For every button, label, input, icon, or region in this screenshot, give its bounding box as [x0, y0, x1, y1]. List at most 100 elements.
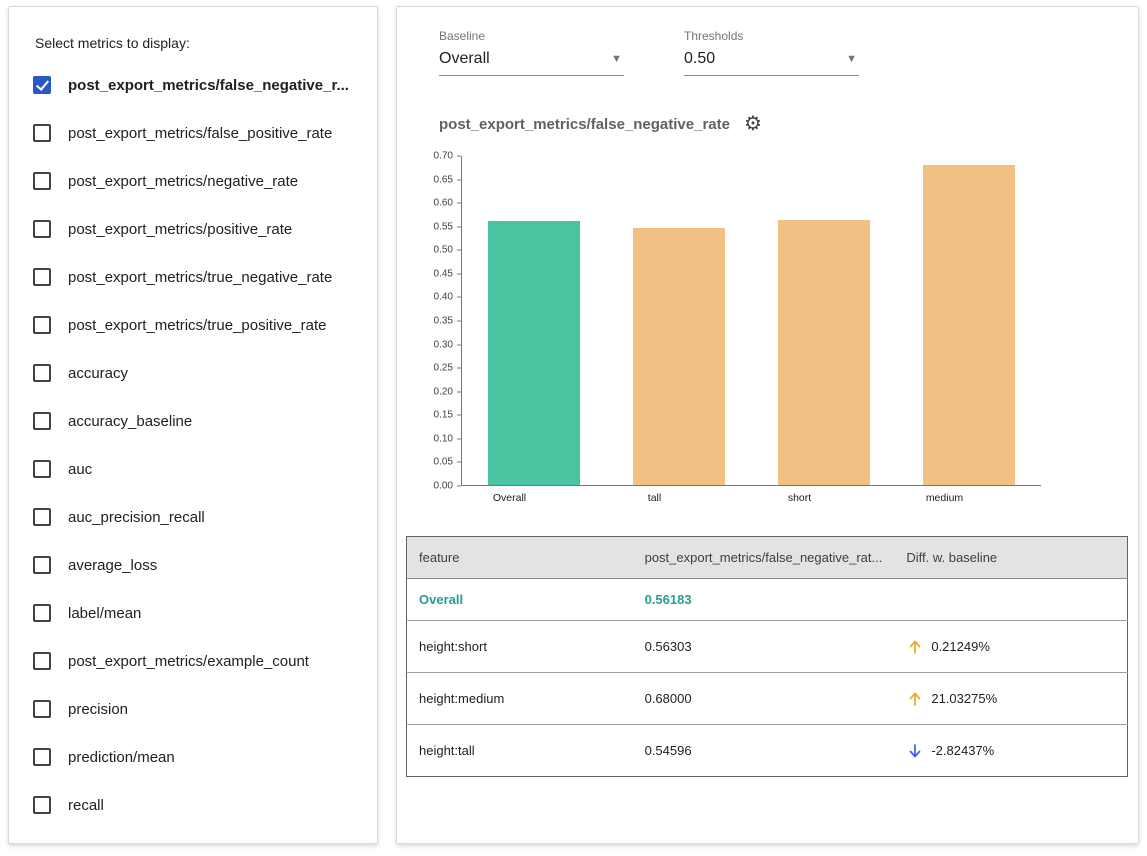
- table-header-cell: post_export_metrics/false_negative_rat..…: [633, 537, 895, 579]
- metric-item[interactable]: precision: [33, 685, 353, 733]
- metric-selector-title: Select metrics to display:: [35, 35, 353, 51]
- value-cell: 0.54596: [633, 725, 895, 777]
- y-tick-label: 0.00: [434, 481, 453, 492]
- diff-value: 0.21249%: [931, 639, 990, 654]
- x-tick-label: Overall: [437, 486, 582, 504]
- checkbox-unchecked-icon[interactable]: [33, 172, 51, 190]
- baseline-dropdown[interactable]: Overall ▼: [439, 48, 624, 76]
- metric-item[interactable]: post_export_metrics/positive_rate: [33, 205, 353, 253]
- y-tick-label: 0.65: [434, 174, 453, 185]
- bar-column: [896, 156, 1041, 485]
- metric-selector-panel: Select metrics to display: post_export_m…: [8, 6, 378, 844]
- metric-item[interactable]: post_export_metrics/true_positive_rate: [33, 301, 353, 349]
- up-arrow-icon: [906, 638, 924, 656]
- metric-item[interactable]: recall: [33, 781, 353, 829]
- metric-label: accuracy: [68, 365, 128, 382]
- checkbox-unchecked-icon[interactable]: [33, 220, 51, 238]
- baseline-value: Overall: [439, 50, 490, 68]
- table-header-cell: feature: [407, 537, 633, 579]
- diff-cell: 21.03275%: [894, 673, 1127, 725]
- controls-row: Baseline Overall ▼ Thresholds 0.50 ▼: [439, 29, 1138, 76]
- feature-cell: Overall: [407, 579, 633, 621]
- down-arrow-icon: [906, 742, 924, 760]
- checkbox-checked-icon[interactable]: [33, 76, 51, 94]
- y-tick-label: 0.35: [434, 316, 453, 327]
- y-tick-label: 0.60: [434, 198, 453, 209]
- diff-indicator: -2.82437%: [906, 742, 1115, 760]
- table-row: height:medium0.68000 21.03275%: [407, 673, 1128, 725]
- x-tick-label: medium: [872, 486, 1017, 504]
- y-tick-label: 0.25: [434, 363, 453, 374]
- y-tick-label: 0.40: [434, 292, 453, 303]
- thresholds-value: 0.50: [684, 50, 715, 68]
- settings-gear-icon[interactable]: ⚙: [744, 114, 762, 134]
- metric-label: label/mean: [68, 605, 141, 622]
- metric-item[interactable]: accuracy_baseline: [33, 397, 353, 445]
- diff-cell: [894, 579, 1127, 621]
- value-cell: 0.56303: [633, 621, 895, 673]
- bar-medium[interactable]: [923, 165, 1015, 485]
- chevron-down-icon: ▼: [611, 53, 622, 65]
- checkbox-unchecked-icon[interactable]: [33, 268, 51, 286]
- metric-label: prediction/mean: [68, 749, 175, 766]
- feature-cell: height:medium: [407, 673, 633, 725]
- checkbox-unchecked-icon[interactable]: [33, 748, 51, 766]
- metric-item[interactable]: post_export_metrics/example_count: [33, 637, 353, 685]
- bar-chart: 0.000.050.100.150.200.250.300.350.400.45…: [421, 156, 1138, 486]
- plot-area: [461, 156, 1041, 486]
- checkbox-unchecked-icon[interactable]: [33, 508, 51, 526]
- table-row: height:short0.56303 0.21249%: [407, 621, 1128, 673]
- metric-item[interactable]: accuracy: [33, 349, 353, 397]
- bar-Overall[interactable]: [488, 221, 580, 485]
- metric-item[interactable]: label/mean: [33, 589, 353, 637]
- checkbox-unchecked-icon[interactable]: [33, 316, 51, 334]
- metric-label: auc_precision_recall: [68, 509, 205, 526]
- baseline-control: Baseline Overall ▼: [439, 29, 624, 76]
- metric-item[interactable]: average_loss: [33, 541, 353, 589]
- checkbox-unchecked-icon[interactable]: [33, 124, 51, 142]
- x-axis: Overalltallshortmedium: [437, 486, 1017, 504]
- metric-label: post_export_metrics/positive_rate: [68, 221, 292, 238]
- metric-label: accuracy_baseline: [68, 413, 192, 430]
- thresholds-dropdown[interactable]: 0.50 ▼: [684, 48, 859, 76]
- checkbox-unchecked-icon[interactable]: [33, 412, 51, 430]
- metrics-table-body: Overall0.56183height:short0.56303 0.21249…: [407, 579, 1128, 777]
- table-row: height:tall0.54596 -2.82437%: [407, 725, 1128, 777]
- diff-value: 21.03275%: [931, 691, 997, 706]
- metric-item[interactable]: post_export_metrics/true_negative_rate: [33, 253, 353, 301]
- bar-column: [752, 156, 897, 485]
- checkbox-unchecked-icon[interactable]: [33, 796, 51, 814]
- metric-list: post_export_metrics/false_negative_r...p…: [33, 61, 353, 829]
- metric-label: precision: [68, 701, 128, 718]
- bar-tall[interactable]: [633, 228, 725, 485]
- metric-item[interactable]: post_export_metrics/negative_rate: [33, 157, 353, 205]
- table-row: Overall0.56183: [407, 579, 1128, 621]
- chevron-down-icon: ▼: [846, 53, 857, 65]
- bar-column: [607, 156, 752, 485]
- feature-cell: height:tall: [407, 725, 633, 777]
- metric-item[interactable]: auc_precision_recall: [33, 493, 353, 541]
- metric-item[interactable]: post_export_metrics/false_negative_r...: [33, 61, 353, 109]
- metric-item[interactable]: prediction/mean: [33, 733, 353, 781]
- table-header-cell: Diff. w. baseline: [894, 537, 1127, 579]
- checkbox-unchecked-icon[interactable]: [33, 460, 51, 478]
- metric-item[interactable]: post_export_metrics/false_positive_rate: [33, 109, 353, 157]
- y-tick-label: 0.20: [434, 386, 453, 397]
- metrics-table-header-row: featurepost_export_metrics/false_negativ…: [407, 537, 1128, 579]
- y-tick-label: 0.45: [434, 268, 453, 279]
- y-tick-label: 0.50: [434, 245, 453, 256]
- metric-item[interactable]: auc: [33, 445, 353, 493]
- checkbox-unchecked-icon[interactable]: [33, 364, 51, 382]
- checkbox-unchecked-icon[interactable]: [33, 556, 51, 574]
- diff-indicator: 0.21249%: [906, 638, 1115, 656]
- bar-short[interactable]: [778, 220, 870, 485]
- checkbox-unchecked-icon[interactable]: [33, 604, 51, 622]
- diff-cell: 0.21249%: [894, 621, 1127, 673]
- y-tick-label: 0.10: [434, 433, 453, 444]
- checkbox-unchecked-icon[interactable]: [33, 700, 51, 718]
- up-arrow-icon: [906, 690, 924, 708]
- value-cell: 0.68000: [633, 673, 895, 725]
- feature-cell: height:short: [407, 621, 633, 673]
- x-tick-label: tall: [582, 486, 727, 504]
- checkbox-unchecked-icon[interactable]: [33, 652, 51, 670]
